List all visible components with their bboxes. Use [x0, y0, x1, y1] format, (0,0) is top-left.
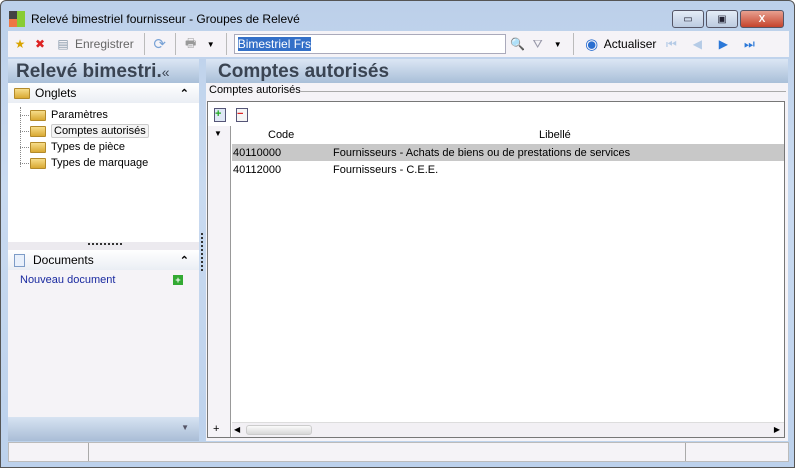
status-cell — [89, 443, 686, 461]
close-button[interactable]: X — [740, 10, 784, 28]
delete-icon[interactable]: ✖ — [32, 36, 48, 52]
column-header-code[interactable]: Code — [268, 129, 294, 141]
collapse-chevron-icon[interactable]: ⌃ — [180, 87, 189, 100]
separator — [572, 33, 574, 55]
add-document-icon[interactable]: + — [173, 275, 183, 285]
scroll-thumb[interactable] — [246, 425, 312, 435]
column-header-libelle[interactable]: Libellé — [539, 129, 571, 141]
folder-icon — [30, 157, 46, 169]
minimize-button[interactable]: ▭ — [672, 10, 704, 28]
row-selector-column — [208, 126, 231, 437]
toolbar: ★ ✖ ▤ Enregistrer ⟳ 🖶 ▼ Bimestriel Frs 🔍 … — [8, 31, 789, 57]
remove-row-icon[interactable]: − — [236, 108, 248, 122]
onglets-header[interactable]: Onglets ⌃ — [8, 83, 199, 103]
tree-item-types-de-marquage[interactable]: Types de marquage — [8, 155, 199, 171]
horizontal-scrollbar[interactable]: + ◀ ▶ — [213, 422, 784, 437]
left-panel-title: Relevé bimestri. — [16, 61, 162, 82]
main-panel: Comptes autorisés Comptes autorisés + − … — [206, 59, 788, 441]
save-label: Enregistrer — [75, 37, 134, 51]
refresh-button[interactable]: ◉ Actualiser — [581, 33, 660, 55]
filter-dropdown-icon[interactable]: ▼ — [550, 36, 566, 52]
separator — [143, 33, 145, 55]
folder-icon — [14, 87, 30, 99]
cell-code: 40110000 — [233, 146, 282, 159]
tree-item-types-de-piece[interactable]: Types de pièce — [8, 139, 199, 155]
print-icon[interactable]: 🖶 — [183, 36, 199, 52]
collapse-panel-button[interactable]: « — [162, 64, 170, 80]
table-row[interactable]: 40110000 Fournisseurs - Achats de biens … — [232, 144, 784, 161]
add-row-icon[interactable]: + — [214, 108, 226, 122]
cell-libelle: Fournisseurs - C.E.E. — [333, 163, 439, 176]
window-title: Relevé bimestriel fournisseur - Groupes … — [31, 12, 300, 26]
refresh-label: Actualiser — [603, 37, 657, 51]
sync-icon[interactable]: ⟳ — [152, 36, 168, 53]
new-document-link[interactable]: Nouveau document — [20, 274, 115, 286]
documents-header[interactable]: Documents ⌃ — [8, 250, 199, 270]
separator — [225, 33, 227, 55]
resize-grip[interactable] — [686, 443, 788, 461]
print-dropdown-icon[interactable]: ▼ — [203, 36, 219, 52]
separator — [174, 33, 176, 55]
search-input[interactable]: Bimestriel Frs — [233, 34, 506, 54]
save-icon: ▤ — [57, 37, 69, 51]
tree-item-comptes-autorises[interactable]: Comptes autorisés — [8, 123, 199, 139]
app-icon — [9, 11, 25, 27]
group-label: Comptes autorisés — [209, 84, 301, 96]
panel-resize-handle[interactable] — [201, 233, 203, 271]
application-window: Relevé bimestriel fournisseur - Groupes … — [0, 0, 795, 468]
new-row-button[interactable]: + — [213, 423, 219, 435]
left-panel: Relevé bimestri.« Onglets ⌃ Paramètres Co… — [8, 59, 199, 441]
onglets-tree: Paramètres Comptes autorisés Types de pi… — [8, 103, 199, 245]
left-panel-header: Relevé bimestri.« — [8, 59, 199, 83]
refresh-icon: ◉ — [585, 36, 599, 53]
scroll-right-icon[interactable]: ▶ — [774, 425, 780, 434]
panel-bottom-bar[interactable]: ▼ — [8, 417, 199, 441]
column-chooser-icon[interactable]: ▼ — [214, 129, 222, 138]
tree-item-label: Types de marquage — [51, 157, 149, 169]
tree-item-label: Paramètres — [51, 109, 108, 121]
last-record-icon[interactable]: ⏭ — [741, 36, 757, 52]
collapse-chevron-icon[interactable]: ⌃ — [180, 254, 189, 267]
title-bar: Relevé bimestriel fournisseur - Groupes … — [9, 9, 300, 29]
main-title: Comptes autorisés — [218, 61, 390, 82]
cell-code: 40112000 — [233, 163, 282, 176]
documents-label: Documents — [33, 253, 94, 267]
new-icon[interactable]: ★ — [12, 36, 28, 52]
accounts-grid: + − ▼ Code Libellé 40110000 Fournisseurs… — [207, 101, 785, 438]
save-button[interactable]: ▤ Enregistrer — [52, 33, 137, 55]
next-record-icon[interactable]: ▶ — [715, 36, 731, 52]
cell-libelle: Fournisseurs - Achats de biens ou de pre… — [333, 146, 631, 159]
maximize-button[interactable]: ▣ — [706, 10, 738, 28]
onglets-label: Onglets — [35, 86, 77, 100]
previous-record-icon[interactable]: ◀ — [689, 36, 705, 52]
main-panel-header: Comptes autorisés — [206, 59, 788, 83]
search-value: Bimestriel Frs — [237, 37, 312, 51]
first-record-icon[interactable]: ⏮ — [663, 36, 679, 52]
tree-item-label: Comptes autorisés — [51, 124, 149, 138]
folder-icon — [30, 141, 46, 153]
grid-header-row: Code Libellé — [232, 126, 784, 143]
document-icon — [14, 253, 25, 267]
folder-icon — [30, 109, 46, 121]
tree-item-label: Types de pièce — [51, 141, 125, 153]
scroll-left-icon[interactable]: ◀ — [234, 425, 240, 434]
tree-item-parametres[interactable]: Paramètres — [8, 107, 199, 123]
status-cell — [9, 443, 89, 461]
group-divider — [301, 91, 786, 92]
splitter-handle[interactable] — [88, 243, 122, 245]
open-folder-icon — [30, 125, 46, 137]
search-icon[interactable]: 🔍 — [510, 36, 526, 52]
filter-icon[interactable]: ⛛ — [530, 36, 546, 52]
status-bar — [8, 442, 789, 462]
table-row[interactable]: 40112000 Fournisseurs - C.E.E. — [232, 161, 784, 178]
